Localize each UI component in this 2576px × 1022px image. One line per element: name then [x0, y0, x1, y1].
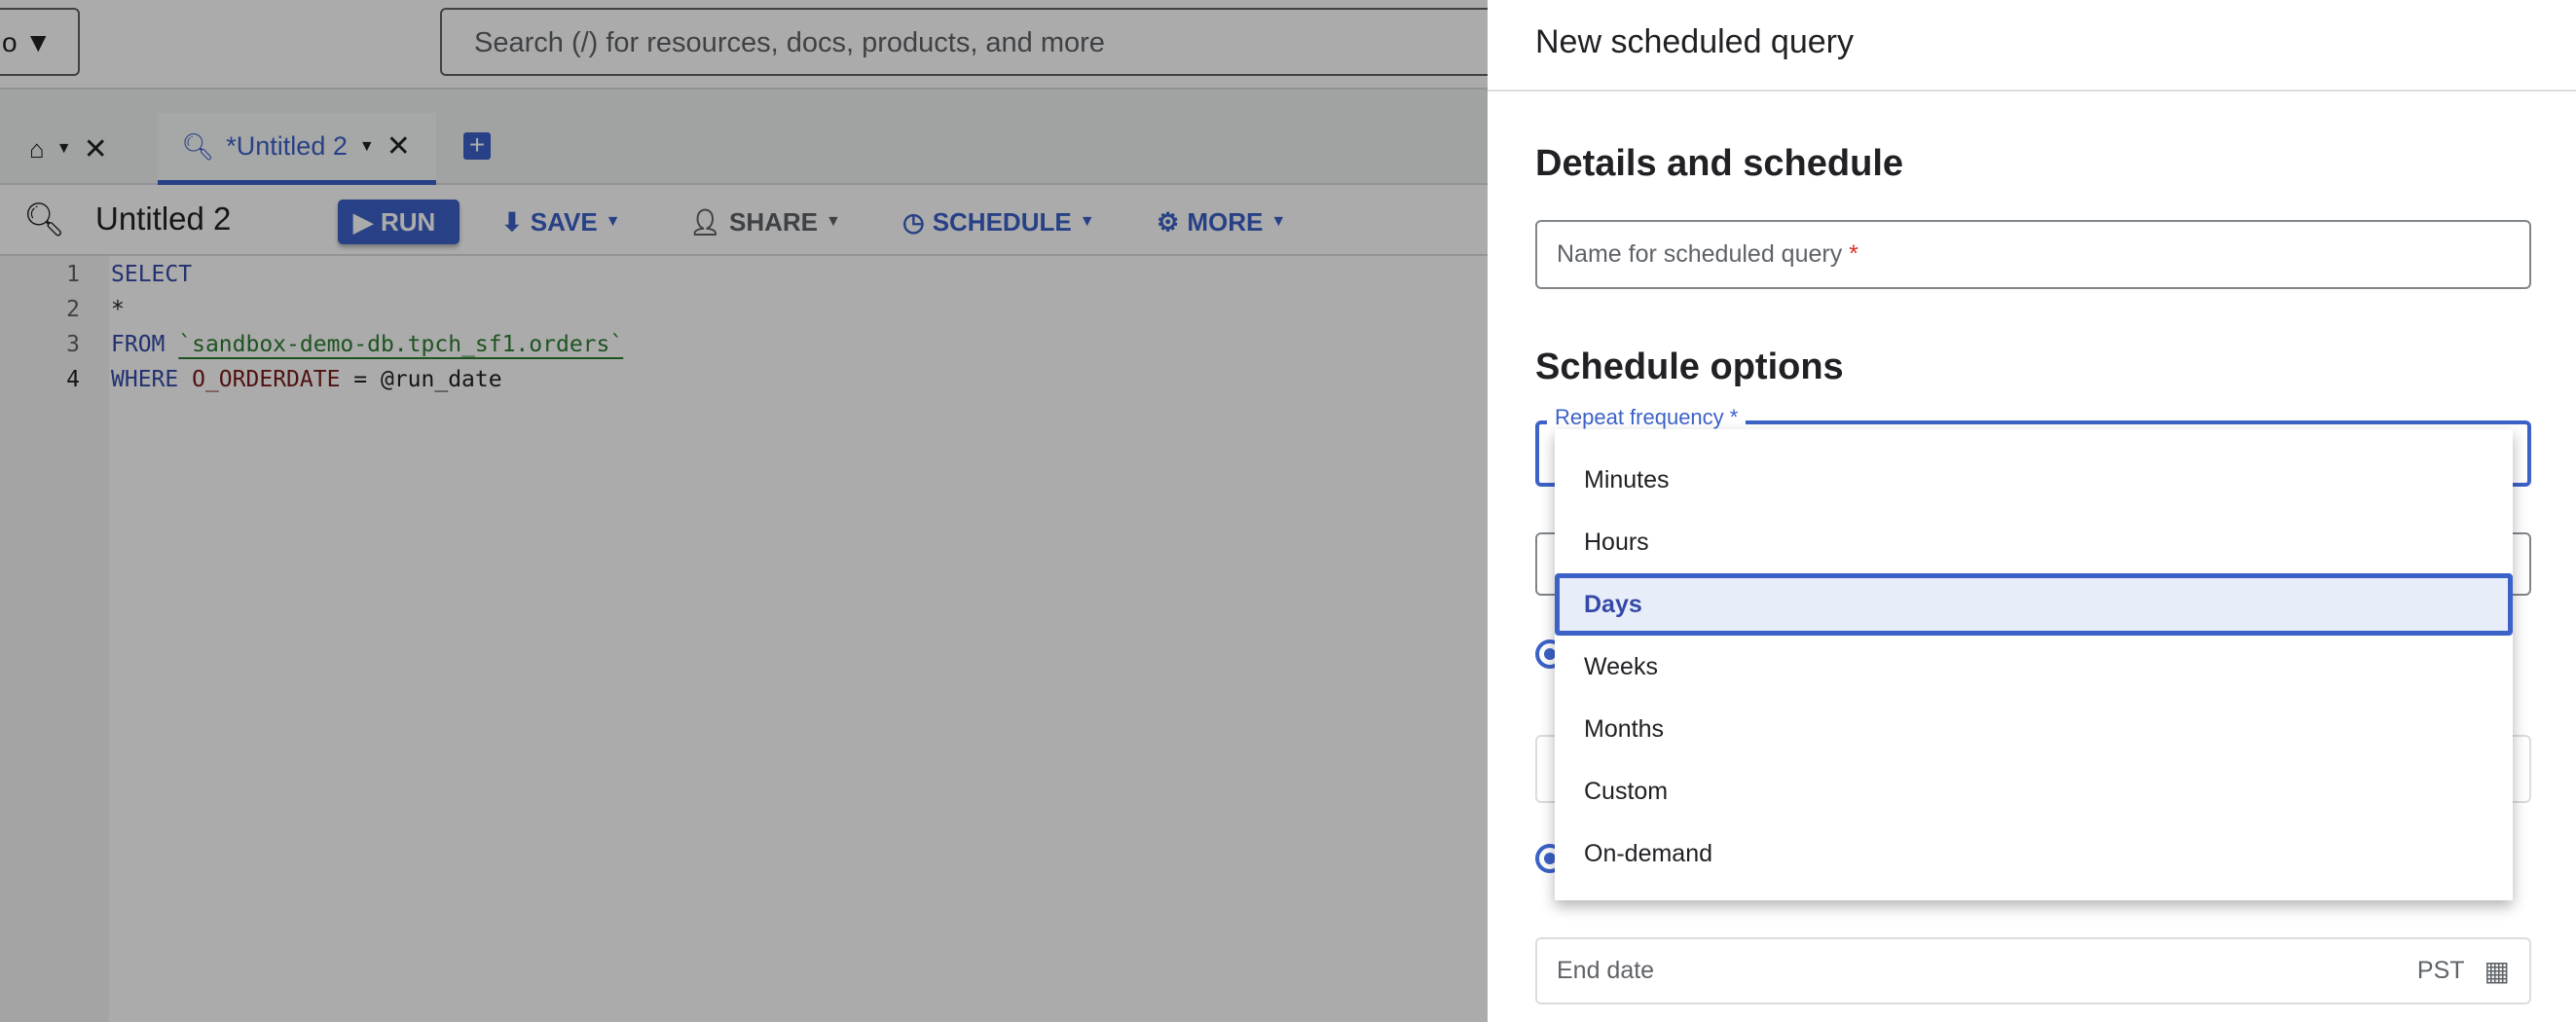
end-date-field[interactable]: End date PST ▦: [1535, 937, 2531, 1004]
option-weeks[interactable]: Weeks: [1555, 636, 2513, 698]
repeat-frequency-menu: Minutes Hours Days Weeks Months Custom O…: [1555, 429, 2513, 900]
section-heading: Details and schedule: [1535, 143, 1904, 184]
calendar-icon[interactable]: ▦: [2484, 955, 2510, 987]
repeat-frequency-label: Repeat frequency *: [1547, 405, 1747, 430]
option-minutes[interactable]: Minutes: [1555, 449, 2513, 511]
option-on-demand[interactable]: On-demand: [1555, 822, 2513, 885]
name-field[interactable]: Name for scheduled query *: [1535, 220, 2531, 289]
option-hours[interactable]: Hours: [1555, 511, 2513, 573]
modal-scrim[interactable]: [0, 0, 1488, 1022]
option-custom[interactable]: Custom: [1555, 760, 2513, 822]
panel-title: New scheduled query: [1535, 23, 1854, 60]
section-heading: Schedule options: [1535, 347, 1844, 387]
new-scheduled-query-panel: New scheduled query Details and schedule…: [1488, 0, 2576, 1022]
option-months[interactable]: Months: [1555, 698, 2513, 760]
divider: [1488, 90, 2576, 91]
option-days[interactable]: Days: [1555, 573, 2513, 636]
